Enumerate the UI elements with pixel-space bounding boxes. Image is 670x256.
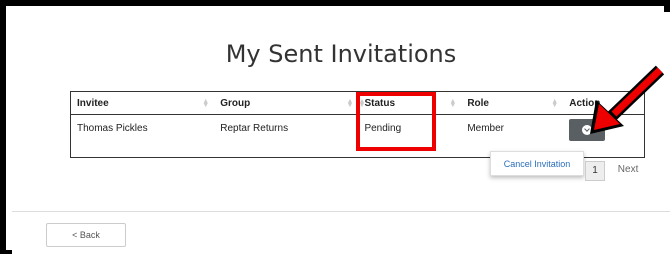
screenshot-frame: My Sent Invitations Invitee ▲ ▼ Group ▲ ▼ ▲ ▼…	[0, 0, 670, 256]
column-header-group[interactable]: Group ▲ ▼	[214, 91, 359, 115]
sort-icon: ▲ ▼	[202, 98, 210, 109]
cell-invitee: Thomas Pickles	[77, 123, 148, 134]
cancel-invitation-menu-item[interactable]: Cancel Invitation	[490, 151, 584, 176]
column-header-label: Invitee	[77, 97, 109, 109]
sort-icon: ▲ ▼	[551, 98, 559, 109]
pagination: 1 Next	[585, 161, 638, 181]
cell-group: Reptar Returns	[220, 123, 289, 134]
invitations-panel: My Sent Invitations Invitee ▲ ▼ Group ▲ ▼ ▲ ▼…	[12, 12, 670, 256]
back-button[interactable]: < Back	[46, 223, 126, 247]
sort-icon: ▲ ▼	[346, 98, 354, 109]
footer-divider	[12, 211, 670, 212]
next-page-link[interactable]: Next	[618, 164, 639, 175]
sort-icon: ▲ ▼	[449, 98, 457, 109]
column-header-role[interactable]: Role ▲ ▼	[461, 91, 564, 115]
column-header-invitee[interactable]: Invitee ▲ ▼	[70, 91, 215, 115]
red-arrow-icon	[590, 65, 665, 134]
column-header-label: Group	[220, 97, 251, 109]
page-1-button[interactable]: 1	[585, 161, 605, 181]
page-title: My Sent Invitations	[225, 40, 457, 68]
column-header-label: Role	[467, 97, 489, 109]
status-highlight-box	[356, 92, 436, 151]
